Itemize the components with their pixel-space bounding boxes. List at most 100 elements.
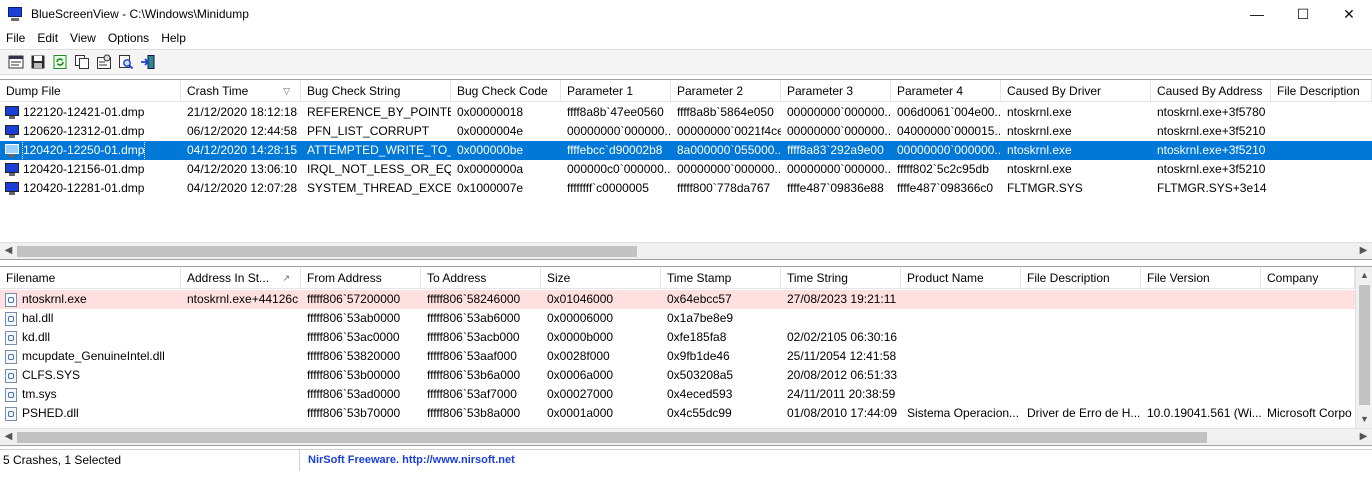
- crash-row[interactable]: 120420-12156-01.dmp 04/12/2020 13:06:10 IR…: [0, 160, 1372, 179]
- driver-row[interactable]: ntoskrnl.exe ntoskrnl.exe+44126c fffff806`…: [0, 290, 1355, 309]
- exit-button[interactable]: [137, 51, 159, 73]
- col-bug-check-string[interactable]: Bug Check String: [301, 80, 451, 102]
- menu-view[interactable]: View: [64, 28, 102, 48]
- driver-row[interactable]: hal.dll fffff806`53ab0000 fffff806`53ab600…: [0, 309, 1355, 328]
- row-cell: 0x503208a5: [667, 368, 734, 382]
- driver-list-hscroll-thumb[interactable]: [17, 432, 1207, 443]
- save-button[interactable]: [27, 51, 49, 73]
- driver-row[interactable]: tm.sys fffff806`53ad0000 fffff806`53af7000…: [0, 385, 1355, 404]
- row-cell: 06/12/2020 12:44:58: [187, 124, 298, 138]
- crash-row[interactable]: 120620-12312-01.dmp 06/12/2020 12:44:58 PF…: [0, 122, 1372, 141]
- row-cell: [1141, 347, 1261, 366]
- refresh-button[interactable]: [49, 51, 71, 73]
- row-cell: 00000000`000000...: [787, 105, 891, 119]
- col-size[interactable]: Size: [541, 267, 661, 289]
- row-cell: 25/11/2054 12:41:58: [787, 349, 897, 363]
- row-cell: [1261, 309, 1355, 328]
- col-caused-by-address[interactable]: Caused By Address: [1151, 80, 1271, 102]
- dump-file-icon: [5, 106, 19, 119]
- col-filename[interactable]: Filename: [0, 267, 181, 289]
- crash-list[interactable]: Dump File Crash Time ▽ Bug Check String B…: [0, 79, 1372, 260]
- row-cell-text: CLFS.SYS: [22, 368, 81, 382]
- row-cell: 00000000`000000...: [787, 124, 891, 138]
- driver-file-icon: [5, 292, 17, 307]
- refresh-icon: [53, 55, 67, 69]
- dump-file-icon: [5, 125, 19, 138]
- col-file-version[interactable]: File Version: [1141, 267, 1261, 289]
- col-file-description[interactable]: File Description: [1271, 80, 1372, 102]
- col-crash-time-label: Crash Time: [187, 84, 249, 98]
- driver-list[interactable]: Filename Address In St... ↗ From Address …: [0, 266, 1372, 446]
- row-cell: [1021, 328, 1141, 347]
- row-cell: 0x0001a000: [547, 406, 614, 420]
- minimize-button[interactable]: —: [1234, 0, 1280, 28]
- close-button[interactable]: ✕: [1326, 0, 1372, 28]
- row-cell: fffff806`53ab0000: [307, 311, 401, 325]
- scroll-down-icon[interactable]: ▼: [1356, 411, 1372, 428]
- col-time-stamp[interactable]: Time Stamp: [661, 267, 781, 289]
- row-cell: [781, 309, 901, 328]
- driver-row[interactable]: PSHED.dll fffff806`53b70000 fffff806`53b8a…: [0, 404, 1355, 423]
- row-cell: fffff806`53b00000: [307, 368, 401, 382]
- scroll-right-icon[interactable]: ▶: [1355, 243, 1372, 259]
- menu-help[interactable]: Help: [155, 28, 192, 48]
- crash-row[interactable]: 122120-12421-01.dmp 21/12/2020 18:12:18 RE…: [0, 103, 1372, 122]
- crash-row[interactable]: 120420-12250-01.dmp 04/12/2020 14:28:15 AT…: [0, 141, 1372, 160]
- row-cell: 04/12/2020 12:07:28: [187, 181, 298, 195]
- col-dump-file[interactable]: Dump File: [0, 80, 181, 102]
- properties-button[interactable]: [93, 51, 115, 73]
- col-parameter-2[interactable]: Parameter 2: [671, 80, 781, 102]
- crash-list-hscrollbar[interactable]: ◀ ▶: [0, 242, 1372, 259]
- status-crash-count: 5 Crashes, 1 Selected: [0, 449, 300, 471]
- find-button[interactable]: [115, 51, 137, 73]
- col-caused-by-driver[interactable]: Caused By Driver: [1001, 80, 1151, 102]
- col-from-address[interactable]: From Address: [301, 267, 421, 289]
- menu-edit[interactable]: Edit: [31, 28, 64, 48]
- toolbar: [0, 49, 1372, 75]
- maximize-button[interactable]: ☐: [1280, 0, 1326, 28]
- col-parameter-4[interactable]: Parameter 4: [891, 80, 1001, 102]
- nirsoft-link[interactable]: NirSoft Freeware. http://www.nirsoft.net: [300, 454, 515, 466]
- copy-button[interactable]: [71, 51, 93, 73]
- row-cell: [1021, 366, 1141, 385]
- driver-row[interactable]: kd.dll fffff806`53ac0000 fffff806`53acb000…: [0, 328, 1355, 347]
- col-company[interactable]: Company: [1261, 267, 1355, 289]
- crash-row[interactable]: 120420-12281-01.dmp 04/12/2020 12:07:28 SY…: [0, 179, 1372, 198]
- driver-list-hscrollbar[interactable]: ◀ ▶: [0, 428, 1372, 445]
- row-cell: 0x0000b000: [547, 330, 614, 344]
- col-crash-time[interactable]: Crash Time ▽: [181, 80, 301, 102]
- driver-list-vscrollbar[interactable]: ▲ ▼: [1355, 267, 1372, 428]
- row-cell: ntoskrnl.exe: [1007, 143, 1072, 157]
- row-cell: [181, 404, 301, 423]
- driver-scroll-left-icon[interactable]: ◀: [0, 429, 17, 445]
- row-cell: fffff806`53aaf000: [427, 349, 517, 363]
- row-cell-text: kd.dll: [22, 330, 51, 344]
- menu-options[interactable]: Options: [102, 28, 155, 48]
- driver-list-vscroll-thumb[interactable]: [1359, 285, 1370, 405]
- row-cell: [1141, 290, 1261, 309]
- col-to-address[interactable]: To Address: [421, 267, 541, 289]
- col-product-name[interactable]: Product Name: [901, 267, 1021, 289]
- col-driver-file-description[interactable]: File Description: [1021, 267, 1141, 289]
- col-time-string[interactable]: Time String: [781, 267, 901, 289]
- driver-file-icon: [5, 387, 17, 402]
- col-address-in-stack[interactable]: Address In St... ↗: [181, 267, 301, 289]
- col-parameter-3[interactable]: Parameter 3: [781, 80, 891, 102]
- driver-scroll-right-icon[interactable]: ▶: [1355, 429, 1372, 445]
- scroll-left-icon[interactable]: ◀: [0, 243, 17, 259]
- col-parameter-1[interactable]: Parameter 1: [561, 80, 671, 102]
- row-cell: [1141, 309, 1261, 328]
- col-bug-check-code[interactable]: Bug Check Code: [451, 80, 561, 102]
- row-cell: ffffe487`09836e88: [787, 181, 884, 195]
- row-cell: FLTMGR.SYS: [1007, 181, 1083, 195]
- html-report-button[interactable]: [5, 51, 27, 73]
- scroll-up-icon[interactable]: ▲: [1356, 267, 1372, 284]
- menu-file[interactable]: File: [0, 28, 31, 48]
- driver-row[interactable]: CLFS.SYS fffff806`53b00000 fffff806`53b6a0…: [0, 366, 1355, 385]
- row-cell: [901, 328, 1021, 347]
- row-cell: fffff806`53ab6000: [427, 311, 521, 325]
- crash-list-hscroll-thumb[interactable]: [17, 246, 637, 257]
- row-cell: 00000000`000000...: [787, 162, 891, 176]
- row-cell: ffffe487`098366c0: [897, 181, 994, 195]
- driver-row[interactable]: mcupdate_GenuineIntel.dll fffff806`538200…: [0, 347, 1355, 366]
